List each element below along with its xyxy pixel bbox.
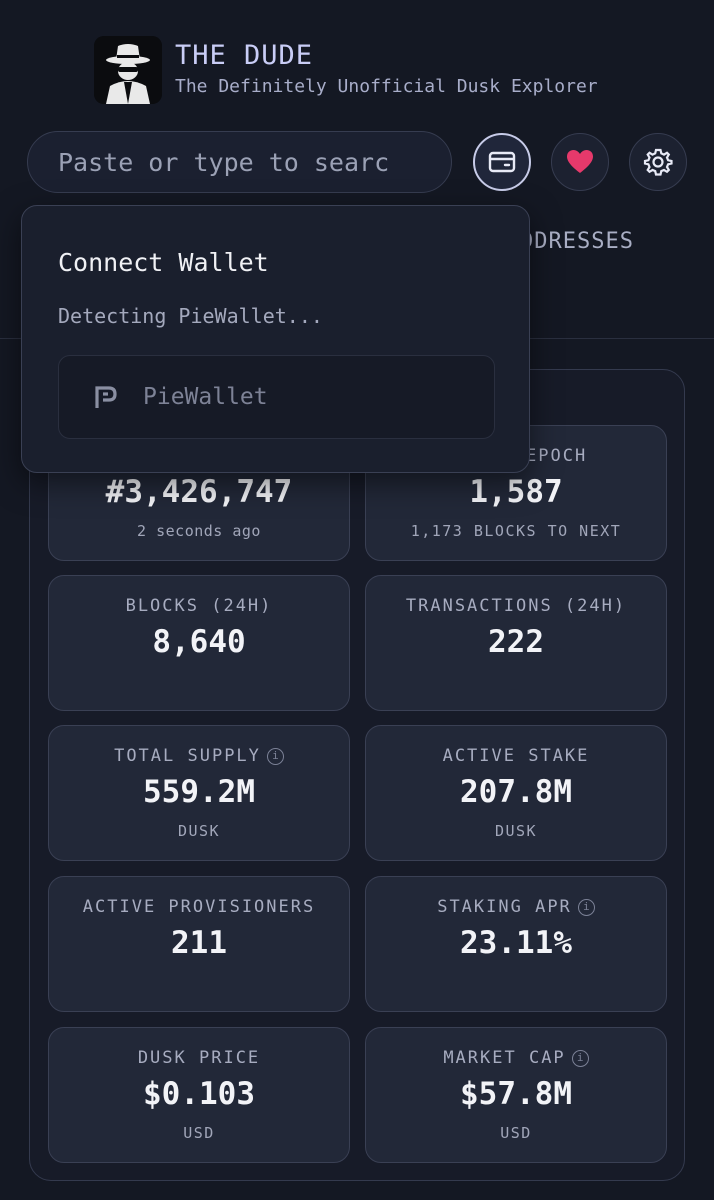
staking-apr-value: 23.11% [460, 925, 572, 961]
connect-wallet-popover: Connect Wallet Detecting PieWallet... Pi… [21, 205, 530, 473]
page: THE DUDE The Definitely Unofficial Dusk … [0, 0, 714, 1200]
search-input[interactable]: Paste or type to searc [27, 131, 452, 193]
favorites-button[interactable] [551, 133, 609, 191]
info-icon[interactable]: i [266, 748, 284, 765]
detective-logo-icon[interactable] [94, 36, 162, 104]
stat-card-dusk-price[interactable]: DUSK PRICE $0.103 USD [48, 1027, 350, 1163]
dusk-price-unit: USD [183, 1124, 215, 1142]
market-cap-unit: USD [500, 1124, 532, 1142]
market-cap-value: $57.8M [460, 1076, 572, 1112]
stat-card-transactions-24h[interactable]: TRANSACTIONS (24H) 222 [365, 575, 667, 711]
popover-status: Detecting PieWallet... [58, 304, 323, 328]
dusk-price-label: DUSK PRICE [137, 1048, 261, 1068]
stat-card-active-stake[interactable]: ACTIVE STAKE 207.8M DUSK [365, 725, 667, 861]
active-stake-unit: DUSK [494, 822, 538, 840]
transactions-24h-value: 222 [488, 624, 544, 660]
market-cap-label: MARKET CAP i [366, 1048, 666, 1068]
heart-icon [567, 150, 593, 173]
settings-button[interactable] [629, 133, 687, 191]
popover-title: Connect Wallet [58, 248, 269, 277]
stat-card-blocks-24h[interactable]: BLOCKS (24H) 8,640 [48, 575, 350, 711]
tab-addresses[interactable]: DDRESSES [520, 229, 634, 254]
piewallet-option[interactable]: PieWallet [58, 355, 495, 439]
piewallet-label: PieWallet [143, 384, 268, 410]
brand-subtitle: The Definitely Unofficial Dusk Explorer [175, 76, 598, 97]
total-supply-unit: DUSK [177, 822, 221, 840]
stat-card-total-supply[interactable]: TOTAL SUPPLY i 559.2M DUSK [48, 725, 350, 861]
total-supply-value: 559.2M [143, 774, 255, 810]
total-supply-label-text: TOTAL SUPPLY [114, 746, 261, 766]
stats-panel: #3,426,747 2 seconds ago EPOCH 1,587 1,1… [29, 369, 685, 1181]
blocks-24h-label: BLOCKS (24H) [125, 596, 273, 616]
gear-icon [643, 148, 673, 176]
info-icon[interactable]: i [577, 899, 595, 916]
block-age: 2 seconds ago [137, 522, 261, 540]
staking-apr-label: STAKING APR i [366, 897, 666, 917]
epoch-value: 1,587 [469, 474, 563, 510]
staking-apr-label-text: STAKING APR [437, 897, 572, 917]
stat-card-active-provisioners[interactable]: ACTIVE PROVISIONERS 211 [48, 876, 350, 1012]
active-stake-value: 207.8M [460, 774, 572, 810]
block-height-value: #3,426,747 [105, 474, 293, 510]
epoch-label: EPOCH [526, 446, 588, 466]
epoch-next: 1,173 BLOCKS TO NEXT [410, 522, 622, 540]
active-provisioners-label: ACTIVE PROVISIONERS [82, 897, 316, 917]
info-icon[interactable]: i [571, 1050, 589, 1067]
active-stake-label: ACTIVE STAKE [442, 746, 590, 766]
wallet-button[interactable] [473, 133, 531, 191]
stat-card-market-cap[interactable]: MARKET CAP i $57.8M USD [365, 1027, 667, 1163]
transactions-24h-label: TRANSACTIONS (24H) [405, 596, 627, 616]
market-cap-label-text: MARKET CAP [443, 1048, 566, 1068]
dusk-price-value: $0.103 [143, 1076, 255, 1112]
total-supply-label: TOTAL SUPPLY i [49, 746, 349, 766]
brand-title: THE DUDE [175, 40, 314, 71]
active-provisioners-value: 211 [171, 925, 227, 961]
blocks-24h-value: 8,640 [152, 624, 246, 660]
stat-card-staking-apr[interactable]: STAKING APR i 23.11% [365, 876, 667, 1012]
piewallet-icon [95, 386, 117, 408]
wallet-icon [488, 151, 516, 173]
